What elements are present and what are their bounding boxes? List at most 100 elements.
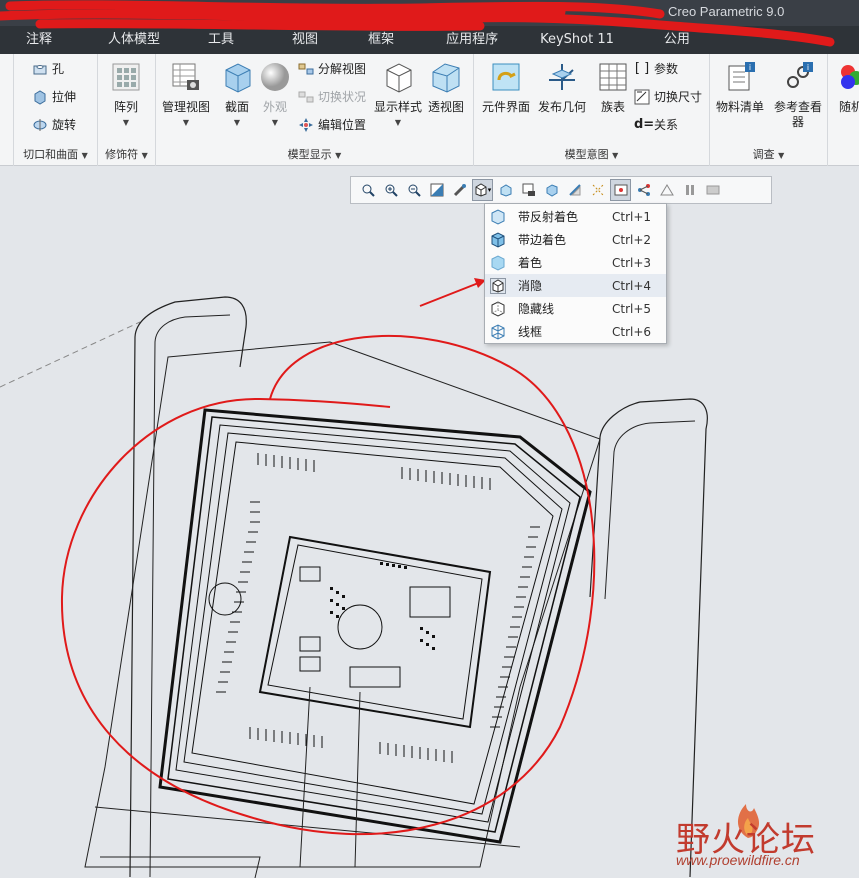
model-intent-group-label[interactable]: 模型意图 ▼ [474, 146, 709, 162]
menu-item-label: 线框 [518, 325, 543, 339]
menu-item-hidden-line[interactable]: 隐藏线 Ctrl+5 [485, 297, 666, 320]
switch-dimensions-label: 切换尺寸 [654, 90, 703, 104]
menu-item-label: 着色 [518, 256, 543, 270]
random-button[interactable]: 随机 [834, 60, 859, 115]
family-table-label: 族表 [600, 100, 625, 114]
ribbon-group-extra: 随机 [828, 54, 859, 166]
parameters-label: 参数 [654, 62, 679, 76]
manage-views-icon [172, 63, 199, 90]
reference-viewer-label: 参考查看器 [773, 100, 822, 129]
wireframe-icon [491, 323, 505, 340]
extrude-label: 拉伸 [52, 90, 77, 104]
investigate-group-label[interactable]: 调查 ▼ [710, 146, 827, 162]
section-dropdown-arrow: ▼ [233, 118, 241, 127]
menu-item-no-hidden[interactable]: 消隐 Ctrl+4 [485, 274, 666, 297]
ribbon: 孔 拉伸 旋转 切口和曲面 ▼ 阵列 ▼ 修饰符 ▼ 管理视图 ▼ 截面 ▼ 外… [0, 54, 859, 166]
menu-item-shading-reflections[interactable]: 带反射着色 Ctrl+1 [485, 205, 666, 228]
creo-window: Creo Parametric 9.0 注释 人体模型 工具 视图 框架 应用程… [0, 0, 859, 878]
perspective-icon[interactable] [541, 179, 562, 201]
manage-views-button[interactable]: 管理视图 ▼ [162, 60, 210, 130]
display-style-button[interactable]: 显示样式 ▼ [374, 60, 422, 130]
menu-item-label: 带反射着色 [518, 210, 579, 224]
switch-dimensions-button[interactable]: 切换尺寸 [634, 88, 702, 105]
appearance-label: 外观 [262, 100, 287, 114]
bom-label: 物料清单 [716, 100, 765, 114]
appearance-dropdown-arrow: ▼ [271, 118, 279, 127]
refit-icon[interactable] [357, 179, 378, 201]
reference-viewer-button[interactable]: i 参考查看器 [772, 60, 824, 130]
zoom-in-icon[interactable] [380, 179, 401, 201]
menu-item-shading-edges[interactable]: 带边着色 Ctrl+2 [485, 228, 666, 251]
zoom-out-icon[interactable] [403, 179, 424, 201]
publish-geometry-label: 发布几何 [538, 100, 587, 114]
display-style-dropdown-arrow: ▼ [394, 118, 402, 127]
menu-item-wireframe[interactable]: 线框 Ctrl+6 [485, 320, 666, 343]
hidden-line-icon [491, 300, 505, 317]
pattern-icon [112, 63, 140, 91]
view-manager-icon[interactable] [518, 179, 539, 201]
menu-item-shading[interactable]: 着色 Ctrl+3 [485, 251, 666, 274]
bom-icon: i [728, 62, 755, 91]
shading-edges-icon [491, 231, 505, 248]
graphics-area[interactable] [0, 167, 859, 878]
perspective-button[interactable]: 透视图 [428, 60, 464, 115]
ribbon-group-model-intent: 元件界面 发布几何 族表 [ ] 参数 切换尺寸 d= 关系 模型意图 ▼ [474, 54, 710, 166]
toggle-state-button[interactable]: 切换状况 [298, 88, 366, 105]
saved-orientations-icon[interactable] [495, 179, 516, 201]
parameters-button[interactable]: [ ] 参数 [634, 60, 678, 77]
menu-item-shortcut: Ctrl+2 [612, 232, 652, 247]
graphics-toolbar: ▾ [350, 176, 772, 204]
menu-item-label: 隐藏线 [518, 302, 555, 316]
relations-label: 关系 [654, 118, 679, 132]
ribbon-group-modifiers: 阵列 ▼ 修饰符 ▼ [98, 54, 156, 166]
relations-icon: d= [634, 116, 655, 132]
relations-button[interactable]: d= 关系 [634, 116, 678, 133]
toggle-state-label: 切换状况 [318, 90, 367, 104]
ribbon-group-clipped [0, 54, 14, 166]
cut-surface-group-label[interactable]: 切口和曲面 ▼ [14, 146, 97, 162]
component-interface-button[interactable]: 元件界面 [482, 60, 530, 115]
component-interface-icon [492, 63, 520, 91]
menu-item-shortcut: Ctrl+1 [612, 209, 652, 224]
revolve-label: 旋转 [52, 118, 77, 132]
reference-viewer-icon: i [787, 62, 813, 88]
explode-view-icon [298, 63, 314, 74]
extrude-button[interactable]: 拉伸 [32, 88, 76, 105]
display-style-icon [386, 63, 412, 93]
shading-icon [491, 254, 505, 271]
filter-icon[interactable] [633, 179, 654, 201]
display-style-label: 显示样式 [374, 100, 423, 114]
explode-view-button[interactable]: 分解视图 [298, 60, 366, 77]
ribbon-group-model-display: 管理视图 ▼ 截面 ▼ 外观 ▼ 分解视图 切换状况 编辑位置 显示样式 ▼ 透… [156, 54, 474, 166]
menu-item-shortcut: Ctrl+3 [612, 255, 652, 270]
svg-text:i: i [807, 63, 809, 72]
annotation-display-icon[interactable] [587, 179, 608, 201]
revolve-icon [33, 118, 47, 131]
section-button[interactable]: 截面 ▼ [220, 60, 254, 130]
bom-button[interactable]: i 物料清单 [716, 60, 764, 115]
hole-button[interactable]: 孔 [32, 60, 64, 77]
menu-item-label: 消隐 [518, 279, 543, 293]
pause-icon[interactable] [679, 179, 700, 201]
manage-views-dropdown-arrow: ▼ [182, 118, 190, 127]
family-table-button[interactable]: 族表 [596, 60, 630, 115]
orient-icon[interactable] [449, 179, 470, 201]
random-label: 随机 [838, 100, 859, 114]
model-display-group-label[interactable]: 模型显示 ▼ [156, 146, 473, 162]
appearance-button[interactable]: 外观 ▼ [258, 60, 292, 130]
datum-display-icon[interactable] [564, 179, 585, 201]
publish-geometry-button[interactable]: 发布几何 [538, 60, 586, 115]
menu-item-label: 带边着色 [518, 233, 567, 247]
animation-icon[interactable] [656, 179, 677, 201]
pattern-button[interactable]: 阵列 ▼ [109, 60, 143, 130]
revolve-button[interactable]: 旋转 [32, 116, 76, 133]
repaint-icon[interactable] [426, 179, 447, 201]
display-style-icon[interactable]: ▾ [472, 179, 493, 201]
svg-text:i: i [749, 63, 751, 72]
modifiers-group-label[interactable]: 修饰符 ▼ [98, 146, 155, 162]
section-label: 截面 [224, 100, 249, 114]
play-icon[interactable] [702, 179, 723, 201]
perspective-label: 透视图 [428, 100, 465, 114]
spin-center-icon[interactable] [610, 179, 631, 201]
edit-position-button[interactable]: 编辑位置 [298, 116, 366, 133]
